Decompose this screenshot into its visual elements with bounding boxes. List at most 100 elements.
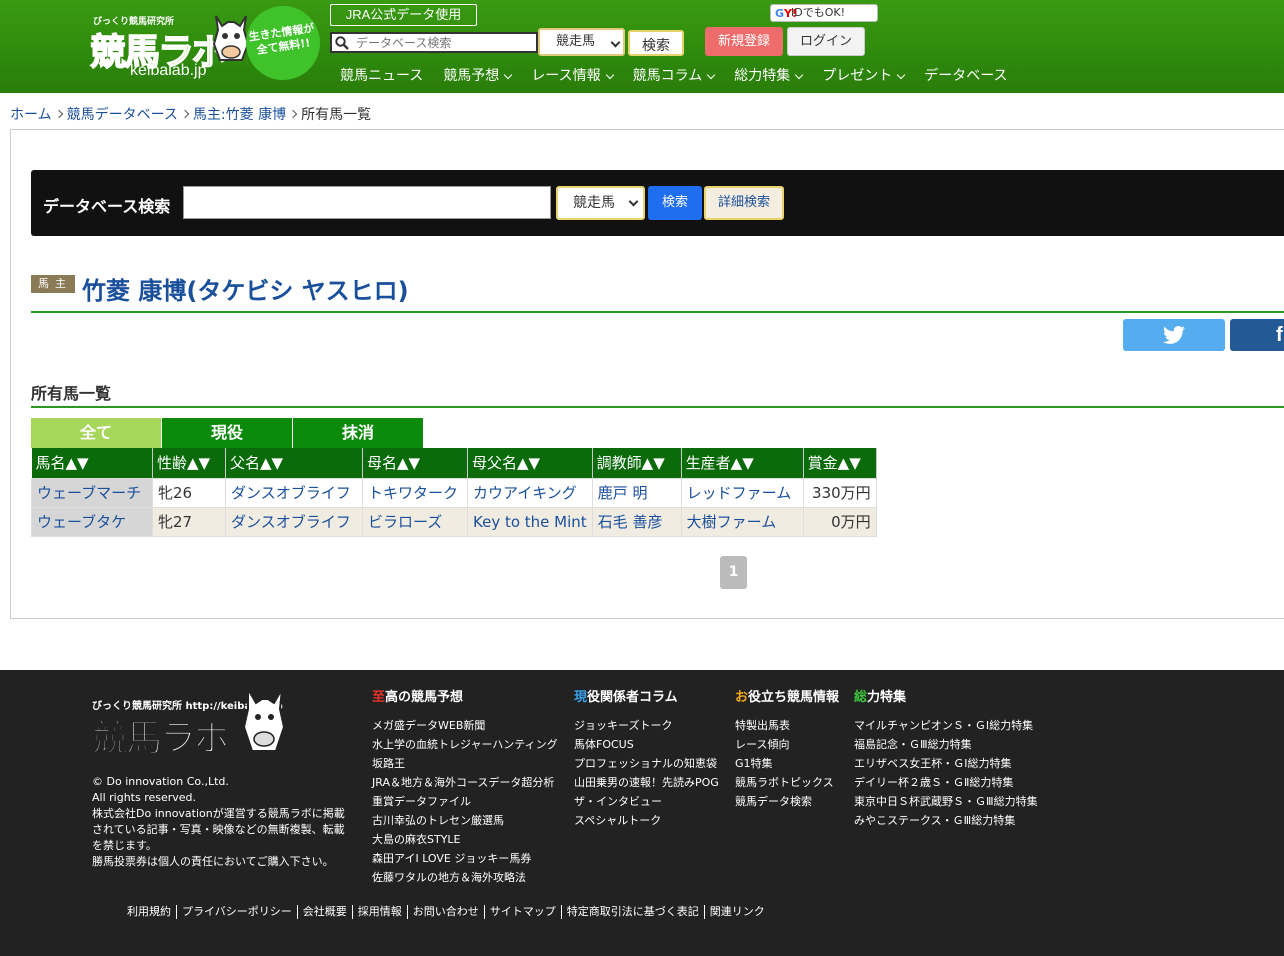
pagination-page-1[interactable]: 1 (720, 556, 747, 589)
horse-name-link[interactable]: ウェーブタケ (37, 513, 126, 531)
footer-column-head: 力特集 (867, 690, 907, 705)
betting-notice-text: 勝馬投票券は個人の責任においてご購入下さい。 (92, 855, 334, 868)
global-nav: 競馬ニュース 競馬予想 レース情報 競馬コラム 総力特集 プレゼント データベース (330, 66, 1018, 88)
column-header-dam[interactable]: 母名▲▼ (362, 448, 468, 478)
footer-bottom-link[interactable]: 会社概要 (298, 905, 353, 919)
footer-link[interactable]: 競馬ラボトピックス (735, 773, 839, 792)
footer-link[interactable]: 大島の麻衣STYLE (372, 830, 558, 849)
yahoo-icon: Y! (784, 7, 797, 20)
footer-link[interactable]: メガ盛データWEB新聞 (372, 716, 558, 735)
column-header-horse-name[interactable]: 馬名▲▼ (31, 448, 153, 478)
footer-bottom-link[interactable]: 採用情報 (353, 905, 408, 919)
nav-item-3[interactable]: 競馬コラム (623, 66, 725, 88)
facebook-share-button[interactable]: f (1230, 319, 1284, 351)
footer-link[interactable]: ザ・インタビュー (574, 792, 719, 811)
footer-bottom-link[interactable]: サイトマップ (485, 905, 562, 919)
footer-link[interactable]: プロフェッショナルの知恵袋 (574, 754, 719, 773)
footer-bottom-link[interactable]: プライバシーポリシー (177, 905, 298, 919)
nav-item-2[interactable]: レース情報 (521, 66, 622, 88)
register-button[interactable]: 新規登録 (705, 27, 783, 56)
chevron-down-icon (896, 70, 906, 80)
tab-all[interactable]: 全て (31, 418, 162, 448)
dam-link[interactable]: トキワターク (368, 484, 458, 502)
footer-link[interactable]: マイルチャンピオンＳ・ＧⅠ総力特集 (854, 716, 1038, 735)
nav-item-5[interactable]: プレゼント (812, 66, 914, 88)
rights-text: All rights reserved. (92, 791, 197, 804)
footer-link[interactable]: 水上学の血統トレジャーハンティング (372, 735, 558, 754)
footer-link[interactable]: 森田アイI LOVE ジョッキー馬券 (372, 849, 558, 868)
header-search-button[interactable]: 検索 (628, 30, 684, 56)
footer-link[interactable]: 古川幸弘のトレセン厳選馬 (372, 811, 558, 830)
nav-item-1[interactable]: 競馬予想 (433, 66, 521, 88)
copy-notice-text: 株式会社Do innovationが運営する競馬ラボに掲載されている記事・写真・… (92, 807, 345, 852)
breadcrumb-owner[interactable]: 馬主:竹菱 康博 (193, 104, 286, 124)
nav-item-4[interactable]: 総力特集 (724, 66, 812, 88)
footer-bottom-link[interactable]: 関連リンク (705, 905, 770, 919)
footer-bottom-link[interactable]: お問い合わせ (408, 905, 485, 919)
footer-link[interactable]: スペシャルトーク (574, 811, 719, 830)
sire-link[interactable]: ダンスオブライフ (231, 484, 351, 502)
breeder-link[interactable]: 大樹ファーム (687, 513, 777, 531)
footer-link[interactable]: 特製出馬表 (735, 716, 839, 735)
footer-link[interactable]: 山田乗男の速報！先読みPOG (574, 773, 719, 792)
tab-retired[interactable]: 抹消 (293, 418, 424, 448)
breadcrumb: ホーム 競馬データベース 馬主:竹菱 康博 所有馬一覧 (10, 104, 371, 124)
chevron-down-icon (706, 70, 716, 80)
footer-link[interactable]: 東京中日Ｓ杯武蔵野Ｓ・ＧⅢ総力特集 (854, 792, 1038, 811)
breadcrumb-database[interactable]: 競馬データベース (67, 104, 178, 124)
header-search-input[interactable] (356, 34, 534, 51)
login-button[interactable]: ログイン (787, 27, 865, 56)
footer-link[interactable]: デイリー杯２歳Ｓ・ＧⅡ総力特集 (854, 773, 1038, 792)
sex-age-cell: 牝27 (152, 506, 226, 537)
broodmare-sire-link[interactable]: カウアイキング (473, 484, 577, 502)
column-header-sex-age[interactable]: 性齢▲▼ (152, 448, 226, 478)
footer-link[interactable]: ジョッキーズトーク (574, 716, 719, 735)
nav-item-0[interactable]: 競馬ニュース (330, 66, 433, 88)
footer-column-head: 役関係者コラム (587, 690, 678, 705)
footer-logo[interactable]: びっくり競馬研究所 http://keibalab.jp 競馬ラボ (91, 685, 292, 760)
tab-active[interactable]: 現役 (162, 418, 293, 448)
footer-link[interactable]: 坂路王 (372, 754, 558, 773)
header-search-category-select[interactable]: 競走馬 (538, 28, 625, 56)
broodmare-sire-link[interactable]: Key to the Mint (473, 513, 587, 531)
breadcrumb-home[interactable]: ホーム (10, 104, 52, 124)
column-header-sire[interactable]: 父名▲▼ (225, 448, 363, 478)
column-header-trainer[interactable]: 調教師▲▼ (592, 448, 682, 478)
footer-link[interactable]: 福島記念・ＧⅢ総力特集 (854, 735, 1038, 754)
horse-name-link[interactable]: ウェーブマーチ (37, 484, 141, 502)
breeder-link[interactable]: レッドファーム (687, 484, 792, 502)
footer-link[interactable]: エリザベス女王杯・ＧⅠ総力特集 (854, 754, 1038, 773)
dam-link[interactable]: ビラローズ (368, 513, 442, 531)
section-divider (31, 406, 1284, 408)
column-header-breeder[interactable]: 生産者▲▼ (681, 448, 804, 478)
sns-login-button[interactable]: G Y! IDでもOK! (770, 4, 878, 22)
site-header: びっくり競馬研究所 競馬ラボ keibalab.jp 生きた情報が全て無料!! … (0, 0, 1284, 93)
nav-item-label: レース情報 (531, 68, 601, 84)
footer-link[interactable]: レース傾向 (735, 735, 839, 754)
database-search-bar: データベース検索 競走馬 検索 詳細検索 (31, 170, 1284, 236)
footer-link[interactable]: 佐藤ワタルの地方＆海外攻略法 (372, 868, 558, 887)
footer-link[interactable]: G1特集 (735, 754, 839, 773)
database-search-button[interactable]: 検索 (648, 186, 702, 220)
sire-link[interactable]: ダンスオブライフ (231, 513, 351, 531)
nav-item-6[interactable]: データベース (914, 66, 1017, 88)
horse-table: 馬名▲▼ 性齢▲▼ 父名▲▼ 母名▲▼ 母父名▲▼ 調教師▲▼ 生産者▲▼ 賞金… (31, 448, 877, 537)
column-header-broodmare-sire[interactable]: 母父名▲▼ (467, 448, 593, 478)
detailed-search-button[interactable]: 詳細検索 (704, 186, 784, 220)
nav-item-label: データベース (924, 68, 1008, 84)
footer-link[interactable]: 重賞データファイル (372, 792, 558, 811)
twitter-share-button[interactable] (1123, 319, 1225, 351)
trainer-link[interactable]: 鹿戸 明 (598, 484, 648, 502)
database-search-input[interactable] (183, 186, 551, 219)
footer-link[interactable]: みやこステークス・ＧⅢ総力特集 (854, 811, 1038, 830)
trainer-link[interactable]: 石毛 善彦 (598, 513, 663, 531)
database-search-category-select[interactable]: 競走馬 (556, 186, 645, 220)
footer-bottom-link[interactable]: 利用規約 (122, 905, 177, 919)
footer-link[interactable]: JRA＆地方＆海外コースデータ超分析 (372, 773, 558, 792)
footer-link[interactable]: 馬体FOCUS (574, 735, 719, 754)
copyright-text: © Do innovation Co.,Ltd. (92, 775, 229, 788)
footer-link[interactable]: 競馬データ検索 (735, 792, 839, 811)
footer-bottom-link[interactable]: 特定商取引法に基づく表記 (562, 905, 705, 919)
column-header-prize[interactable]: 賞金▲▼ (803, 448, 877, 478)
site-logo[interactable]: びっくり競馬研究所 競馬ラボ keibalab.jp 生きた情報が全て無料!! (89, 1, 325, 85)
